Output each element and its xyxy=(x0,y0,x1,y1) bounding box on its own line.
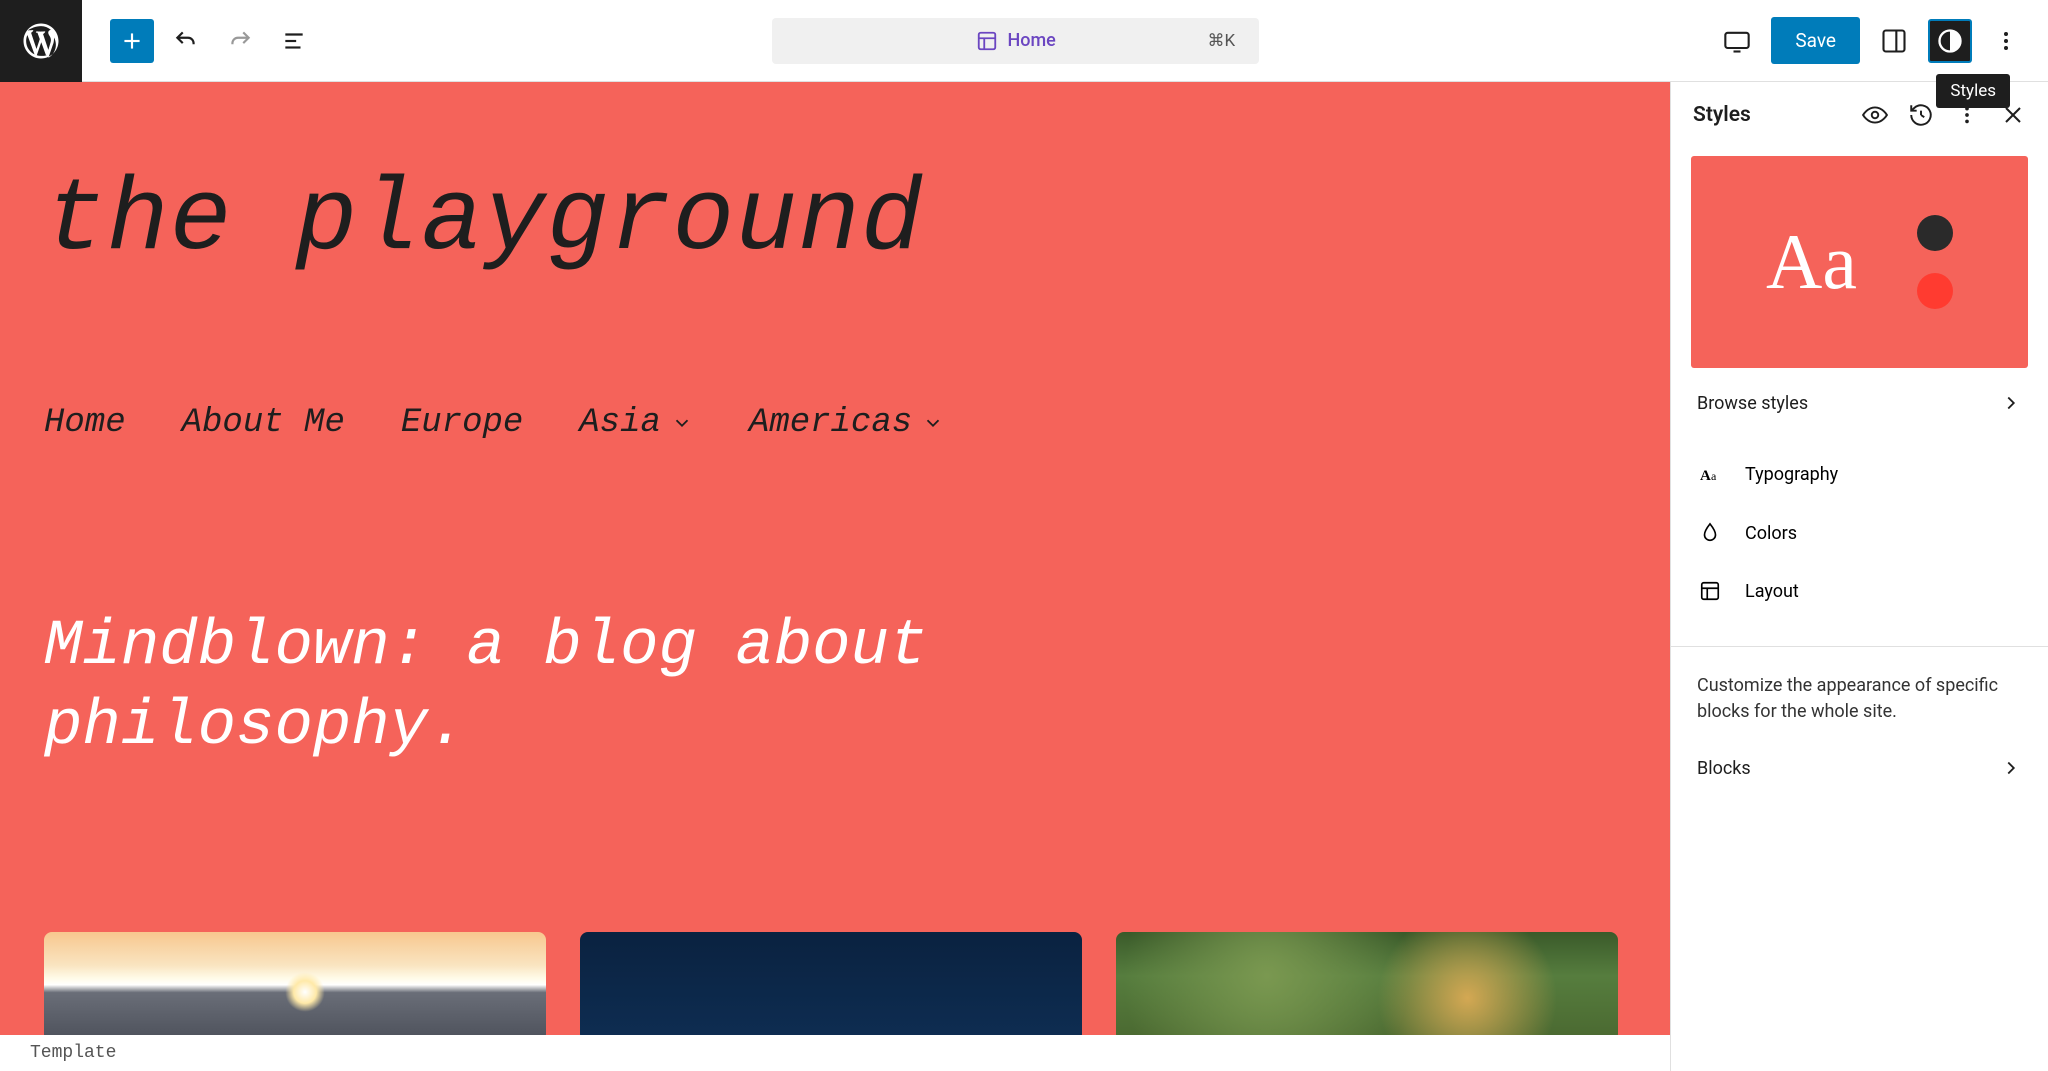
redo-button[interactable] xyxy=(218,19,262,63)
template-selector[interactable]: Home ⌘K xyxy=(772,18,1259,64)
settings-sidebar-button[interactable] xyxy=(1872,19,1916,63)
post-card-3[interactable] xyxy=(1116,932,1618,1042)
typography-icon: Aa xyxy=(1697,462,1723,486)
revisions-button[interactable] xyxy=(1908,102,1934,128)
color-swatch-red xyxy=(1917,273,1953,309)
chevron-right-icon xyxy=(2000,392,2022,414)
keyboard-shortcut: ⌘K xyxy=(1208,31,1236,51)
style-book-button[interactable] xyxy=(1862,102,1888,128)
layout-item[interactable]: Layout xyxy=(1697,562,2022,620)
breadcrumb-bar: Template xyxy=(0,1035,1670,1071)
svg-text:A: A xyxy=(1700,468,1711,484)
chevron-down-icon xyxy=(922,412,944,434)
top-toolbar: Home ⌘K Save Styles xyxy=(0,0,2048,82)
nav-item-americas[interactable]: Americas xyxy=(749,404,944,442)
blocks-row[interactable]: Blocks xyxy=(1671,733,2048,803)
nav-item-home[interactable]: Home xyxy=(44,404,126,442)
color-swatch-dark xyxy=(1917,215,1953,251)
sidebar-title: Styles xyxy=(1693,103,1751,127)
site-title[interactable]: the playground xyxy=(44,162,1626,279)
more-options-button[interactable] xyxy=(1984,19,2028,63)
browse-styles-label: Browse styles xyxy=(1697,393,1808,414)
nav-item-about[interactable]: About Me xyxy=(182,404,345,442)
colors-item[interactable]: Colors xyxy=(1697,504,2022,562)
color-swatches xyxy=(1917,215,1953,309)
layout-icon xyxy=(1697,580,1723,602)
nav-item-europe[interactable]: Europe xyxy=(401,404,523,442)
site-navigation: Home About Me Europe Asia Americas xyxy=(44,404,1626,442)
save-button[interactable]: Save xyxy=(1771,17,1860,64)
post-card-2[interactable] xyxy=(580,932,1082,1042)
wordpress-logo[interactable] xyxy=(0,0,82,82)
list-view-button[interactable] xyxy=(272,19,316,63)
page-tagline[interactable]: Mindblown: a blog about philosophy. xyxy=(44,607,1144,767)
breadcrumb[interactable]: Template xyxy=(30,1043,116,1063)
blocks-description: Customize the appearance of specific blo… xyxy=(1671,647,2048,733)
post-grid xyxy=(44,932,1626,1042)
typography-item[interactable]: Aa Typography xyxy=(1697,444,2022,504)
typography-sample: Aa xyxy=(1766,217,1857,307)
style-preview-card[interactable]: Aa xyxy=(1691,156,2028,368)
styles-button[interactable] xyxy=(1928,19,1972,63)
blocks-label: Blocks xyxy=(1697,758,1751,779)
nav-item-asia[interactable]: Asia xyxy=(579,404,693,442)
layout-icon xyxy=(976,30,998,52)
editor-canvas[interactable]: the playground Home About Me Europe Asia… xyxy=(0,82,1670,1071)
template-label: Home xyxy=(1008,30,1056,51)
styles-sidebar: Styles Aa Browse styles xyxy=(1670,82,2048,1071)
view-button[interactable] xyxy=(1715,19,1759,63)
chevron-down-icon xyxy=(671,412,693,434)
chevron-right-icon xyxy=(2000,757,2022,779)
post-card-1[interactable] xyxy=(44,932,546,1042)
colors-icon xyxy=(1697,522,1723,544)
browse-styles-row[interactable]: Browse styles xyxy=(1671,368,2048,438)
svg-text:a: a xyxy=(1711,469,1717,483)
styles-tooltip: Styles xyxy=(1936,74,2010,108)
add-block-button[interactable] xyxy=(110,19,154,63)
undo-button[interactable] xyxy=(164,19,208,63)
